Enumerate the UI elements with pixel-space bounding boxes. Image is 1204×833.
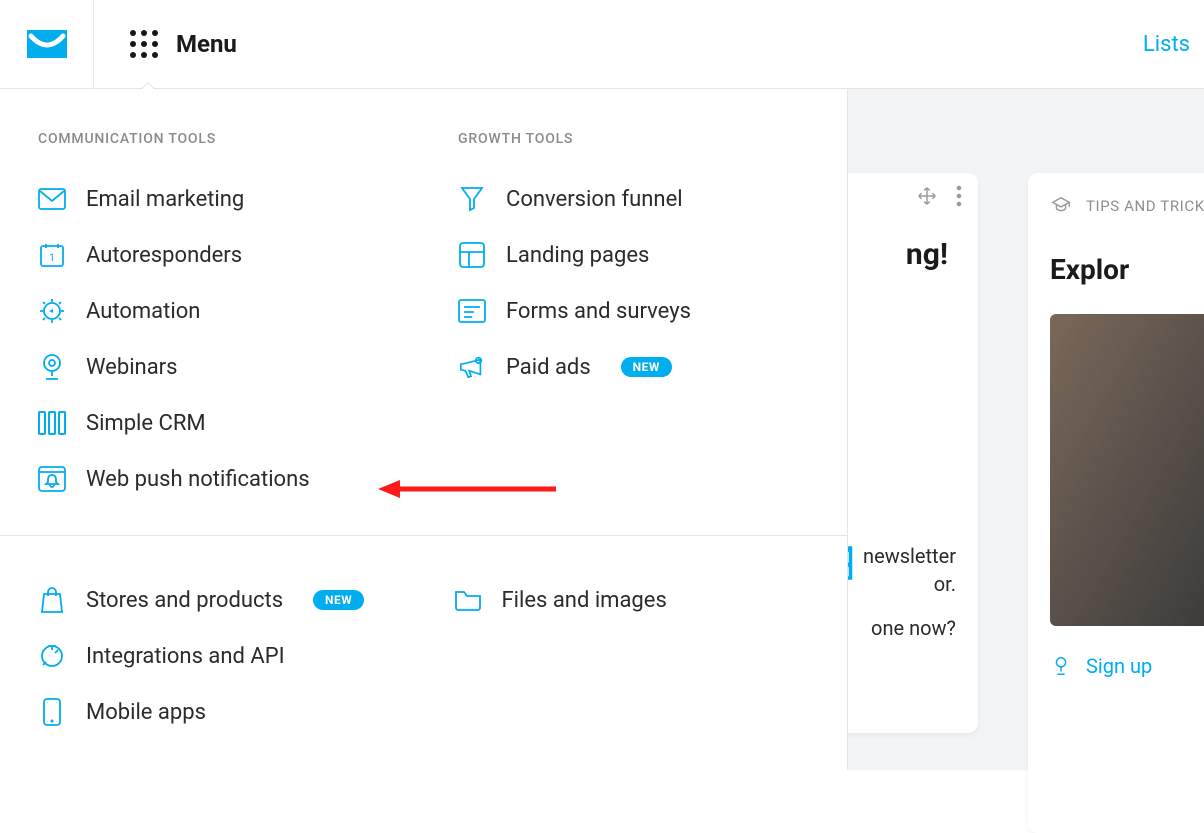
section-heading-growth: GROWTH TOOLS <box>458 131 818 147</box>
columns-icon <box>38 409 66 437</box>
menu-item-simple-crm[interactable]: Simple CRM <box>38 395 398 451</box>
menu-item-landing-pages[interactable]: Landing pages <box>458 227 818 283</box>
menu-item-label: Webinars <box>86 355 177 380</box>
growth-tools-column: GROWTH TOOLS Conversion funnel Landing p… <box>458 131 818 507</box>
menu-item-paid-ads[interactable]: $ Paid ads NEW <box>458 339 818 395</box>
menu-item-web-push[interactable]: Web push notifications <box>38 451 398 507</box>
layout-icon <box>458 241 486 269</box>
app-logo[interactable] <box>0 0 94 89</box>
bottom-left-column: Stores and products NEW Integrations and… <box>38 572 394 740</box>
top-nav-right: Lists <box>1143 32 1204 57</box>
new-badge: NEW <box>621 357 672 377</box>
webcam-icon <box>38 353 66 381</box>
folder-icon <box>454 586 482 614</box>
top-bar: Menu Lists <box>0 0 1204 89</box>
calendar-icon: 1 <box>38 241 66 269</box>
form-icon <box>458 297 486 325</box>
tips-icon <box>1050 195 1072 217</box>
menu-item-automation[interactable]: Automation <box>38 283 398 339</box>
menu-item-files-images[interactable]: Files and images <box>454 572 810 628</box>
menu-item-integrations-api[interactable]: Integrations and API <box>38 628 394 684</box>
more-icon[interactable] <box>956 185 962 207</box>
shopping-bag-icon <box>38 586 66 614</box>
menu-item-label: Stores and products <box>86 588 283 613</box>
menu-label: Menu <box>176 30 237 58</box>
gear-icon <box>38 297 66 325</box>
menu-item-webinars[interactable]: Webinars <box>38 339 398 395</box>
menu-item-label: Forms and surveys <box>506 299 691 324</box>
tips-heading: Explor <box>1050 253 1204 286</box>
menu-item-autoresponders[interactable]: 1 Autoresponders <box>38 227 398 283</box>
section-heading-communication: COMMUNICATION TOOLS <box>38 131 398 147</box>
menu-item-label: Landing pages <box>506 243 649 268</box>
menu-item-label: Mobile apps <box>86 700 206 725</box>
mobile-icon <box>38 698 66 726</box>
svg-text:1: 1 <box>49 253 55 264</box>
menu-item-mobile-apps[interactable]: Mobile apps <box>38 684 394 740</box>
video-thumbnail[interactable]: Wa <box>1050 314 1204 626</box>
lists-link[interactable]: Lists <box>1143 32 1190 57</box>
menu-item-label: Automation <box>86 299 200 324</box>
plug-icon <box>38 642 66 670</box>
menu-item-stores-products[interactable]: Stores and products NEW <box>38 572 394 628</box>
new-badge: NEW <box>313 590 364 610</box>
mega-menu: COMMUNICATION TOOLS Email marketing 1 Au… <box>0 89 848 770</box>
menu-item-label: Conversion funnel <box>506 187 683 212</box>
menu-item-conversion-funnel[interactable]: Conversion funnel <box>458 171 818 227</box>
move-icon[interactable] <box>916 185 938 207</box>
megaphone-icon: $ <box>458 353 486 381</box>
tips-section-label: TIPS AND TRICKS <box>1086 197 1204 215</box>
menu-trigger[interactable]: Menu <box>94 0 237 88</box>
signup-label: Sign up <box>1086 654 1152 678</box>
menu-item-label: Web push notifications <box>86 467 310 492</box>
communication-tools-column: COMMUNICATION TOOLS Email marketing 1 Au… <box>38 131 398 507</box>
mail-icon <box>38 185 66 213</box>
menu-item-label: Files and images <box>502 588 667 613</box>
menu-item-label: Integrations and API <box>86 644 285 669</box>
menu-item-email-marketing[interactable]: Email marketing <box>38 171 398 227</box>
menu-item-label: Autoresponders <box>86 243 242 268</box>
bell-icon <box>38 465 66 493</box>
menu-item-label: Email marketing <box>86 187 244 212</box>
bottom-right-column: Files and images <box>454 572 810 740</box>
annotation-arrow-icon <box>378 477 558 501</box>
signup-link[interactable]: Sign up <box>1050 654 1204 678</box>
menu-item-label: Simple CRM <box>86 411 206 436</box>
funnel-icon <box>458 185 486 213</box>
webinar-icon <box>1050 655 1072 677</box>
menu-item-forms-surveys[interactable]: Forms and surveys <box>458 283 818 339</box>
menu-item-label: Paid ads <box>506 355 591 380</box>
grid-icon <box>130 30 158 58</box>
tips-card: TIPS AND TRICKS Explor Wa Sign up <box>1028 173 1204 833</box>
